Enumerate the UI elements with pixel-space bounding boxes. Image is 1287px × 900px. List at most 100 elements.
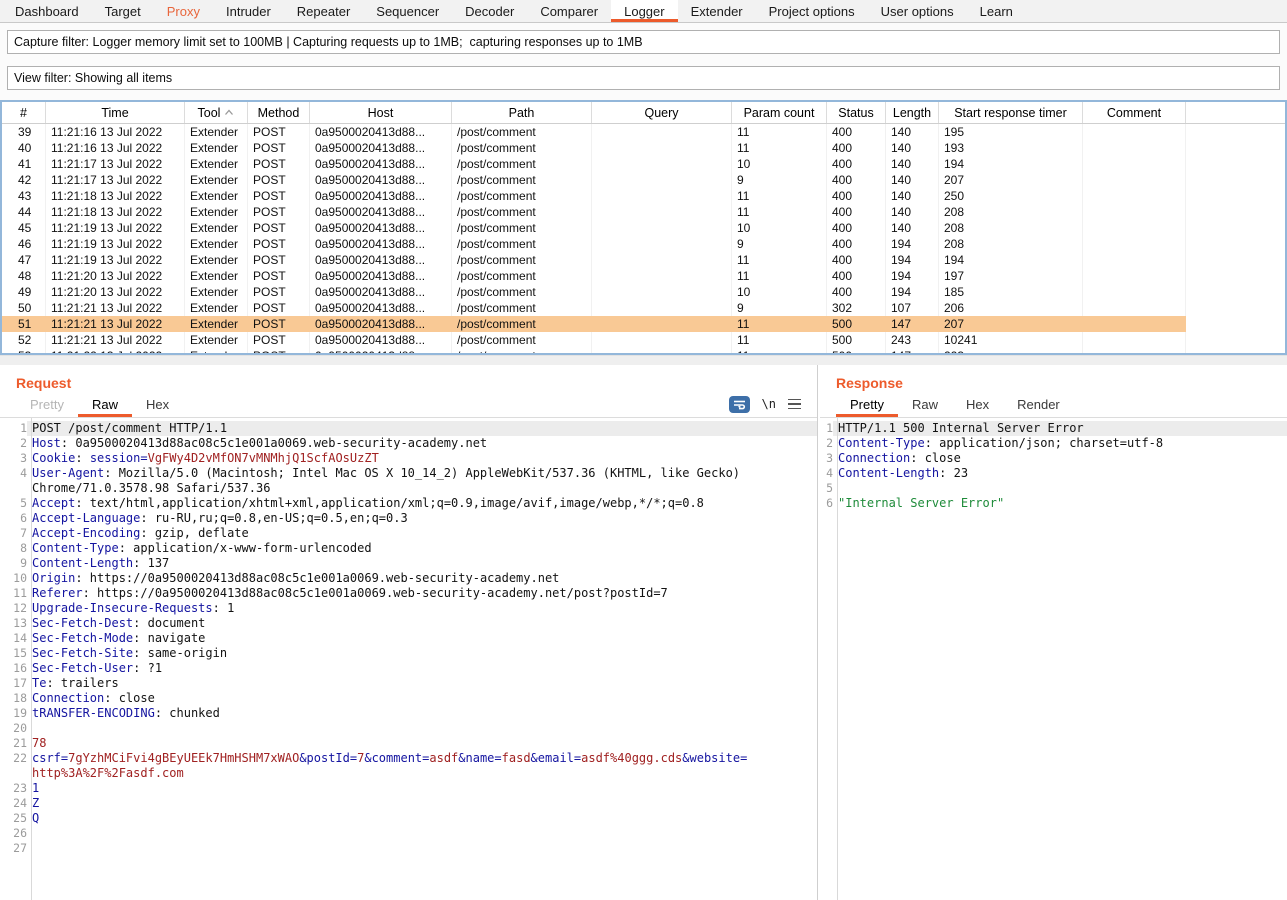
nav-tab-project-options[interactable]: Project options — [756, 0, 868, 22]
response-editor[interactable]: 1HTTP/1.1 500 Internal Server Error2Cont… — [820, 418, 1287, 900]
table-cell: 11:21:22 13 Jul 2022 — [46, 348, 185, 355]
table-row[interactable]: 3911:21:16 13 Jul 2022ExtenderPOST0a9500… — [2, 124, 1285, 140]
editor-line: 8Content-Type: application/x-www-form-ur… — [0, 541, 817, 556]
table-cell: POST — [248, 300, 310, 316]
column-header-method[interactable]: Method — [248, 102, 310, 123]
nav-tab-extender[interactable]: Extender — [678, 0, 756, 22]
editor-line: 20 — [0, 721, 817, 736]
column-header-host[interactable]: Host — [310, 102, 452, 123]
view-filter-bar[interactable]: View filter: Showing all items — [7, 66, 1280, 90]
nav-tab-intruder[interactable]: Intruder — [213, 0, 284, 22]
table-cell — [1083, 268, 1186, 284]
line-content — [27, 841, 817, 856]
table-cell: 194 — [939, 156, 1083, 172]
table-cell: POST — [248, 156, 310, 172]
table-cell: POST — [248, 268, 310, 284]
request-tab-hex[interactable]: Hex — [132, 391, 183, 417]
editor-line: 13Sec-Fetch-Dest: document — [0, 616, 817, 631]
table-cell: 11:21:18 13 Jul 2022 — [46, 204, 185, 220]
response-tab-hex[interactable]: Hex — [952, 391, 1003, 417]
table-cell — [1083, 300, 1186, 316]
editor-line: 3Cookie: session=VgFWy4D2vMfON7vMNMhjQ1S… — [0, 451, 817, 466]
line-content — [27, 721, 817, 736]
column-header-comment[interactable]: Comment — [1083, 102, 1186, 123]
nav-tab-logger[interactable]: Logger — [611, 0, 677, 22]
line-content: Origin: https://0a9500020413d88ac08c5c1e… — [27, 571, 817, 586]
table-row[interactable]: 4611:21:19 13 Jul 2022ExtenderPOST0a9500… — [2, 236, 1285, 252]
column-header-index[interactable]: # — [2, 102, 46, 123]
nav-tab-proxy[interactable]: Proxy — [154, 0, 213, 22]
table-cell — [592, 316, 732, 332]
table-cell — [592, 204, 732, 220]
column-header-param-count[interactable]: Param count — [732, 102, 827, 123]
column-header-status[interactable]: Status — [827, 102, 886, 123]
table-cell-filler — [1186, 188, 1285, 204]
nav-tab-decoder[interactable]: Decoder — [452, 0, 527, 22]
wrap-toggle-icon[interactable] — [729, 396, 750, 413]
line-content: tRANSFER-ENCODING: chunked — [27, 706, 817, 721]
line-content: Content-Length: 23 — [833, 466, 1287, 481]
editor-line: 6Accept-Language: ru-RU,ru;q=0.8,en-US;q… — [0, 511, 817, 526]
table-cell: POST — [248, 220, 310, 236]
table-row[interactable]: 5311:21:22 13 Jul 2022ExtenderPOST0a9500… — [2, 348, 1285, 355]
line-content: Content-Length: 137 — [27, 556, 817, 571]
nav-tab-comparer[interactable]: Comparer — [527, 0, 611, 22]
response-tab-render[interactable]: Render — [1003, 391, 1074, 417]
table-row[interactable]: 5111:21:21 13 Jul 2022ExtenderPOST0a9500… — [2, 316, 1285, 332]
table-row[interactable]: 4911:21:20 13 Jul 2022ExtenderPOST0a9500… — [2, 284, 1285, 300]
line-content: "Internal Server Error" — [833, 496, 1287, 511]
table-row[interactable]: 4411:21:18 13 Jul 2022ExtenderPOST0a9500… — [2, 204, 1285, 220]
column-header-label: Status — [838, 106, 873, 120]
nav-tab-target[interactable]: Target — [92, 0, 154, 22]
table-row[interactable]: 5011:21:21 13 Jul 2022ExtenderPOST0a9500… — [2, 300, 1285, 316]
editor-line: 18Connection: close — [0, 691, 817, 706]
nav-tab-sequencer[interactable]: Sequencer — [363, 0, 452, 22]
table-row[interactable]: 4111:21:17 13 Jul 2022ExtenderPOST0a9500… — [2, 156, 1285, 172]
message-editor-area: Request PrettyRawHex \n 1POST /post/comm… — [0, 365, 1287, 900]
table-row[interactable]: 4211:21:17 13 Jul 2022ExtenderPOST0a9500… — [2, 172, 1285, 188]
editor-line: 7Accept-Encoding: gzip, deflate — [0, 526, 817, 541]
table-row[interactable]: 4711:21:19 13 Jul 2022ExtenderPOST0a9500… — [2, 252, 1285, 268]
column-header-query[interactable]: Query — [592, 102, 732, 123]
editor-line: 16Sec-Fetch-User: ?1 — [0, 661, 817, 676]
table-cell: 0a9500020413d88... — [310, 300, 452, 316]
table-row[interactable]: 5211:21:21 13 Jul 2022ExtenderPOST0a9500… — [2, 332, 1285, 348]
line-number: 26 — [0, 826, 27, 841]
table-row[interactable]: 4811:21:20 13 Jul 2022ExtenderPOST0a9500… — [2, 268, 1285, 284]
line-content: Accept-Encoding: gzip, deflate — [27, 526, 817, 541]
request-editor[interactable]: 1POST /post/comment HTTP/1.12Host: 0a950… — [0, 418, 817, 900]
table-cell: 11 — [732, 332, 827, 348]
column-header-start-response-timer[interactable]: Start response timer — [939, 102, 1083, 123]
editor-line: 25Q — [0, 811, 817, 826]
line-number: 6 — [820, 496, 833, 511]
table-cell — [1083, 252, 1186, 268]
table-cell: POST — [248, 332, 310, 348]
column-header-path[interactable]: Path — [452, 102, 592, 123]
nav-tab-dashboard[interactable]: Dashboard — [2, 0, 92, 22]
editor-menu-icon[interactable] — [788, 399, 801, 410]
table-row[interactable]: 4511:21:19 13 Jul 2022ExtenderPOST0a9500… — [2, 220, 1285, 236]
table-cell: 0a9500020413d88... — [310, 124, 452, 140]
table-cell: 400 — [827, 268, 886, 284]
table-cell — [592, 220, 732, 236]
request-subtabs: PrettyRawHex \n — [0, 391, 817, 418]
nav-tab-learn[interactable]: Learn — [967, 0, 1026, 22]
table-cell — [1083, 284, 1186, 300]
column-header-time[interactable]: Time — [46, 102, 185, 123]
line-number: 14 — [0, 631, 27, 646]
column-header-length[interactable]: Length — [886, 102, 939, 123]
nav-tab-repeater[interactable]: Repeater — [284, 0, 363, 22]
response-tab-raw[interactable]: Raw — [898, 391, 952, 417]
response-tab-pretty[interactable]: Pretty — [836, 391, 898, 417]
nav-tab-user-options[interactable]: User options — [868, 0, 967, 22]
column-header-tool[interactable]: Tool — [185, 102, 248, 123]
line-content: Sec-Fetch-Dest: document — [27, 616, 817, 631]
table-cell: 194 — [886, 236, 939, 252]
table-row[interactable]: 4011:21:16 13 Jul 2022ExtenderPOST0a9500… — [2, 140, 1285, 156]
newline-marker-icon[interactable]: \n — [762, 397, 776, 411]
request-tab-raw[interactable]: Raw — [78, 391, 132, 417]
capture-filter-bar[interactable]: Capture filter: Logger memory limit set … — [7, 30, 1280, 54]
table-row[interactable]: 4311:21:18 13 Jul 2022ExtenderPOST0a9500… — [2, 188, 1285, 204]
capture-filter-text: Capture filter: Logger memory limit set … — [14, 35, 643, 49]
horizontal-splitter[interactable] — [0, 355, 1287, 365]
